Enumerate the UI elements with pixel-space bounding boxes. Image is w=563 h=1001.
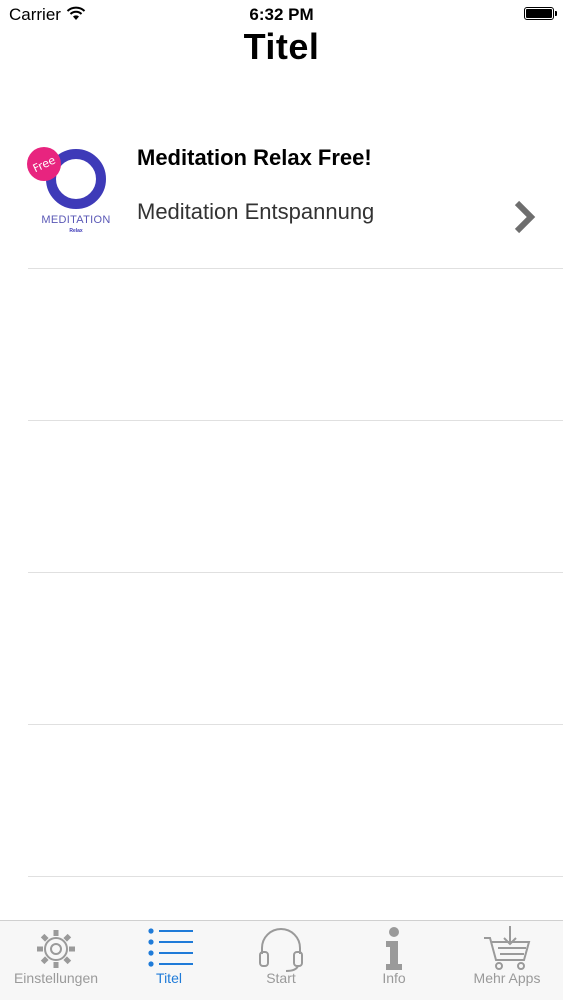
tab-label: Info — [382, 970, 406, 986]
row-divider — [28, 876, 563, 877]
cart-icon — [484, 926, 531, 970]
tab-mehr-apps[interactable]: Mehr Apps — [451, 921, 563, 1001]
list-item[interactable]: Free MEDITATION Relax Meditation Relax F… — [0, 117, 563, 269]
meditation-logo-icon: Free MEDITATION Relax — [27, 147, 110, 234]
app-thumbnail: Free MEDITATION Relax — [24, 144, 114, 234]
logo-tag: Relax — [69, 228, 83, 234]
gear-icon — [37, 930, 75, 968]
tab-bar: Einstellungen Titel Start Info Mehr Apps — [0, 920, 563, 1000]
tab-einstellungen[interactable]: Einstellungen — [0, 921, 112, 1001]
list-item[interactable] — [0, 269, 563, 421]
chevron-right-icon — [514, 200, 536, 234]
info-icon — [386, 927, 402, 970]
logo-name: MEDITATION — [41, 214, 110, 226]
tab-label: Titel — [156, 970, 182, 986]
page-title: Titel — [243, 26, 320, 67]
status-time: 6:32 PM — [249, 5, 314, 24]
tab-titel[interactable]: Titel — [113, 921, 225, 1001]
app-title: Meditation Relax Free! — [137, 145, 372, 170]
tab-start[interactable]: Start — [225, 921, 337, 1001]
list-icon — [148, 928, 193, 967]
tab-label: Einstellungen — [13, 970, 99, 986]
headphones-icon — [259, 928, 303, 972]
list-item[interactable] — [0, 725, 563, 877]
tab-label: Start — [266, 970, 296, 986]
list-item[interactable] — [0, 421, 563, 573]
app-subtitle: Meditation Entspannung — [137, 199, 375, 224]
list-item[interactable] — [0, 573, 563, 725]
tab-label: Mehr Apps — [473, 970, 541, 986]
tab-info[interactable]: Info — [338, 921, 450, 1001]
battery-icon — [524, 7, 557, 20]
